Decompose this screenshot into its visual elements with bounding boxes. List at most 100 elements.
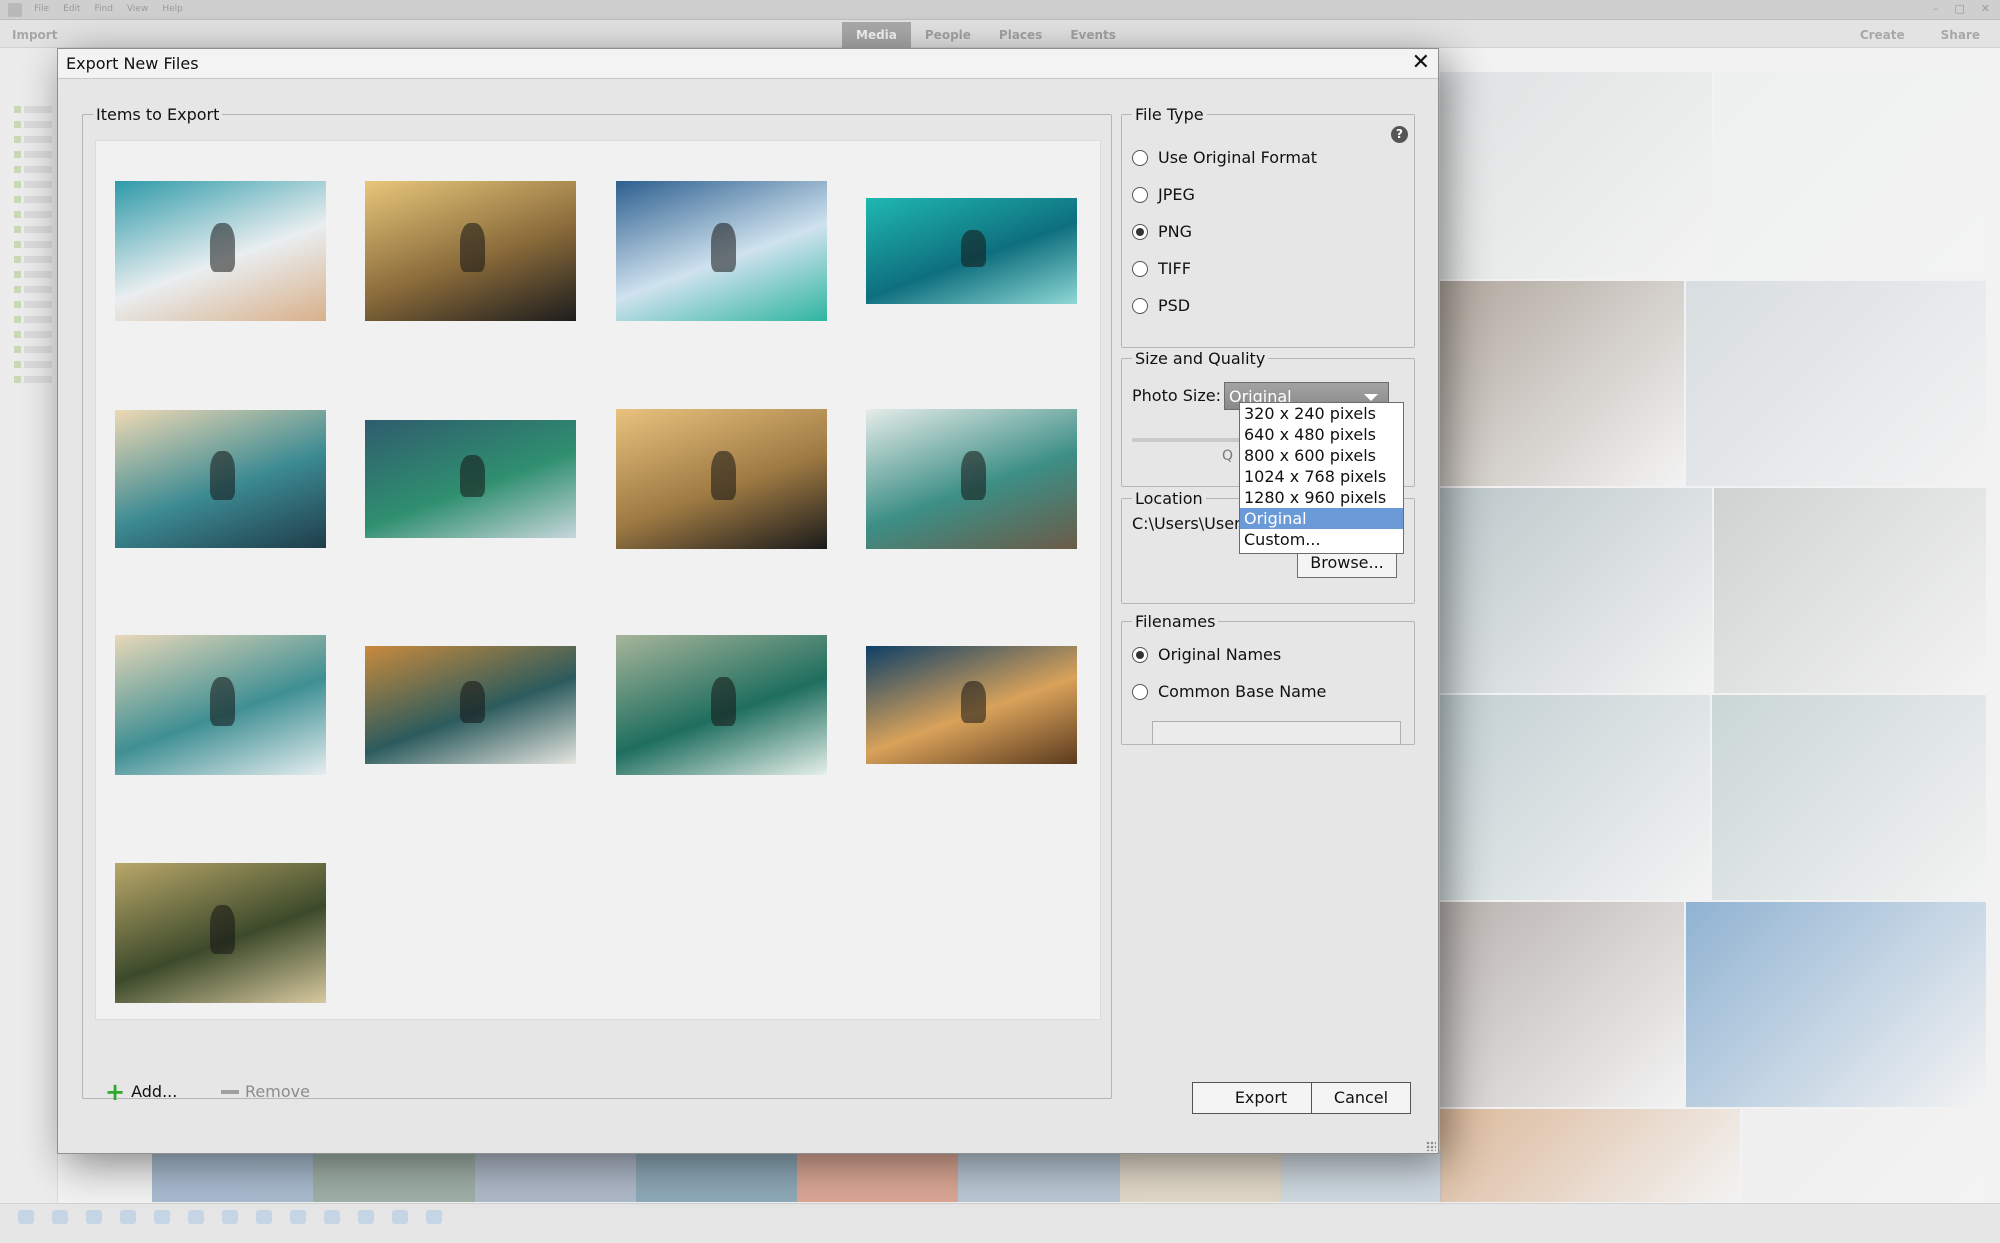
background-photo (1440, 695, 1710, 900)
close-icon[interactable]: ✕ (1412, 51, 1430, 75)
app-tab[interactable]: Media (842, 22, 911, 48)
photo-size-option[interactable]: 1024 x 768 pixels (1240, 466, 1403, 487)
app-logo-icon (8, 3, 22, 17)
photo-thumbnail[interactable] (365, 181, 576, 321)
photo-thumbnail[interactable] (616, 181, 827, 321)
photo-thumbnail[interactable] (115, 410, 326, 548)
app-menu-item[interactable]: Find (95, 4, 113, 14)
filename-option[interactable]: Original Names (1132, 645, 1281, 664)
photo-thumbnail[interactable] (616, 635, 827, 775)
app-tab[interactable]: Places (985, 22, 1056, 48)
album-icon (14, 331, 21, 338)
file-type-option[interactable]: TIFF (1132, 259, 1191, 278)
photo-thumbnail[interactable] (365, 646, 576, 764)
album-item (14, 241, 52, 248)
app-menu-item[interactable]: File (34, 4, 49, 14)
photo-thumbnail[interactable] (866, 646, 1077, 764)
photo-thumbnail[interactable] (115, 863, 326, 1003)
file-type-option[interactable]: PSD (1132, 296, 1190, 315)
file-type-label: Use Original Format (1158, 148, 1318, 167)
album-item (14, 121, 52, 128)
bottom-bar-icon[interactable] (412, 1210, 456, 1226)
file-type-option[interactable]: JPEG (1132, 185, 1195, 204)
common-base-name-input[interactable] (1152, 721, 1401, 745)
photo-thumbnail[interactable] (866, 198, 1077, 304)
close-window-icon[interactable]: ✕ (1981, 2, 1990, 15)
album-icon (14, 361, 21, 368)
help-icon[interactable]: ? (1391, 126, 1408, 143)
background-photo (1714, 488, 1986, 693)
size-quality-legend: Size and Quality (1135, 349, 1266, 368)
file-type-option[interactable]: PNG (1132, 222, 1192, 241)
add-button[interactable]: + Add... (105, 1080, 177, 1104)
album-icon (14, 196, 21, 203)
album-icon (14, 271, 21, 278)
album-item (14, 301, 52, 308)
toolbar-icon (18, 1210, 34, 1224)
media-grid (1440, 72, 1986, 1202)
file-type-option[interactable]: Use Original Format (1132, 148, 1317, 167)
export-button[interactable]: Export (1192, 1082, 1330, 1114)
photo-size-option[interactable]: Original (1240, 508, 1403, 529)
photo-thumbnail[interactable] (616, 409, 827, 549)
radio-button[interactable] (1132, 186, 1148, 203)
photo-thumbnail[interactable] (115, 635, 326, 775)
photo-size-option[interactable]: 640 x 480 pixels (1240, 424, 1403, 445)
album-icon (14, 346, 21, 353)
radio-button[interactable] (1132, 297, 1148, 314)
toolbar-icon (86, 1210, 102, 1224)
radio-button[interactable] (1132, 260, 1148, 277)
album-item (14, 376, 52, 383)
location-path: C:\Users\User (1132, 514, 1241, 533)
surfer-silhouette (960, 681, 987, 723)
album-item (14, 256, 52, 263)
radio-button[interactable] (1132, 149, 1148, 166)
file-type-label: TIFF (1158, 259, 1191, 278)
albums-panel (0, 48, 58, 1203)
photo-thumbnail[interactable] (365, 420, 576, 538)
photo-size-option[interactable]: 800 x 600 pixels (1240, 445, 1403, 466)
window-controls: – □ ✕ (1933, 2, 1990, 15)
album-icon (14, 181, 21, 188)
album-icon (14, 226, 21, 233)
toolbar-icon (290, 1210, 306, 1224)
photo-thumbnail[interactable] (866, 409, 1077, 549)
resize-grip-icon[interactable] (1426, 1141, 1436, 1151)
radio-button[interactable] (1132, 646, 1148, 663)
album-item (14, 106, 52, 113)
album-item (14, 331, 52, 338)
app-menu-item[interactable]: View (127, 4, 148, 14)
app-tab[interactable]: Events (1056, 22, 1130, 48)
radio-button[interactable] (1132, 683, 1148, 700)
minimize-icon[interactable]: – (1933, 2, 1939, 15)
thumbnail-area[interactable] (95, 140, 1101, 1020)
dialog-titlebar: Export New Files ✕ (58, 49, 1438, 79)
items-to-export-group: Items to Export + Add... Remove (82, 105, 1112, 1104)
radio-button[interactable] (1132, 223, 1148, 240)
photo-thumbnail[interactable] (115, 181, 326, 321)
app-toolbar-button[interactable]: Create (1860, 28, 1905, 42)
app-menus: File Edit Find View Help (34, 4, 183, 14)
background-photo (1440, 902, 1684, 1107)
album-item (14, 271, 52, 278)
background-photo (1440, 72, 1712, 279)
cancel-button[interactable]: Cancel (1311, 1082, 1411, 1114)
filenames-group: Filenames Original Names Common Base Name (1121, 612, 1415, 745)
photo-size-option[interactable]: 1280 x 960 pixels (1240, 487, 1403, 508)
app-toolbar-button[interactable]: Share (1941, 28, 1980, 42)
quality-slider[interactable] (1132, 438, 1242, 442)
filenames-legend: Filenames (1135, 612, 1216, 631)
app-menu-item[interactable]: Help (162, 4, 183, 14)
toolbar-icon (188, 1210, 204, 1224)
album-item (14, 316, 52, 323)
photo-size-label: Photo Size: (1132, 386, 1221, 405)
maximize-icon[interactable]: □ (1954, 2, 1964, 15)
photo-size-option[interactable]: 320 x 240 pixels (1240, 403, 1403, 424)
file-type-legend: File Type (1135, 105, 1204, 124)
import-button[interactable]: Import (12, 28, 57, 42)
photo-size-option[interactable]: Custom... (1240, 529, 1403, 550)
remove-button[interactable]: Remove (221, 1082, 310, 1101)
app-menu-item[interactable]: Edit (63, 4, 80, 14)
filename-option[interactable]: Common Base Name (1132, 682, 1326, 701)
app-tab[interactable]: People (911, 22, 985, 48)
